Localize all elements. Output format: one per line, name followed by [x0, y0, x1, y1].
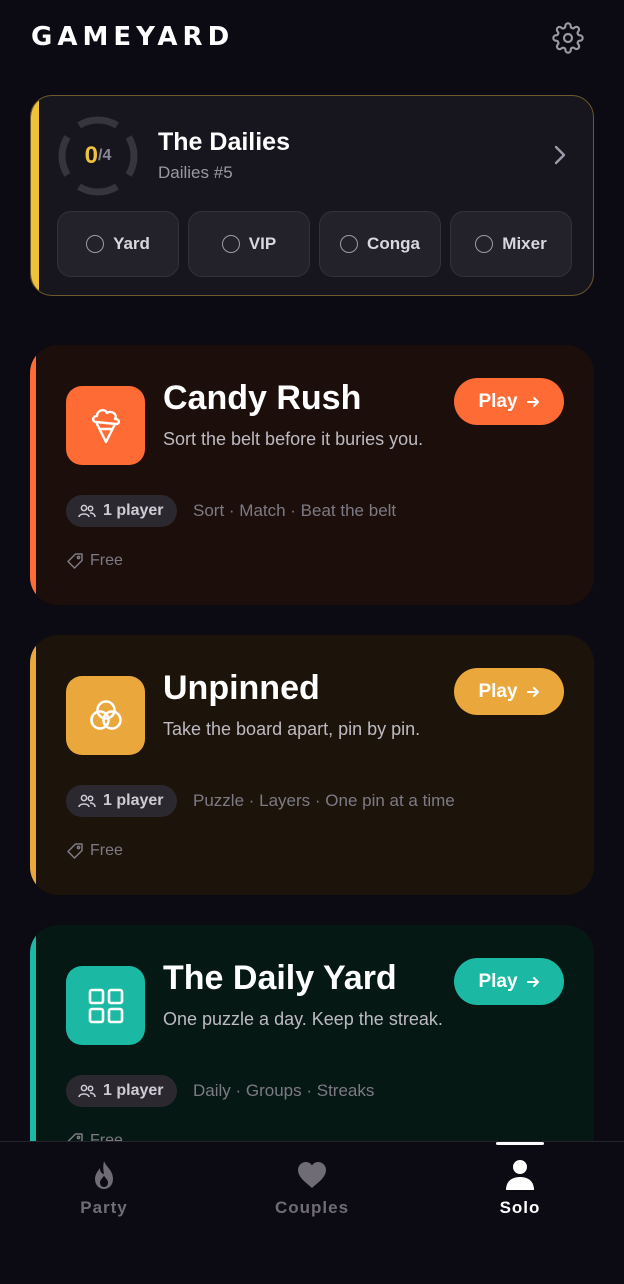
play-label: Play: [478, 970, 518, 992]
game-accent: [30, 345, 36, 605]
nav-tab-couples[interactable]: Couples: [208, 1142, 416, 1242]
daily-chip-mixer[interactable]: Mixer: [450, 211, 572, 277]
bottom-nav: Party Couples Solo: [0, 1141, 624, 1284]
dailies-chips: Yard VIP Conga Mixer: [57, 211, 572, 277]
gear-icon: [552, 22, 584, 54]
dailies-completed: 0: [84, 142, 98, 169]
radio-icon: [221, 235, 240, 253]
dailies-title: The Dailies: [158, 128, 290, 156]
daily-chip-conga[interactable]: Conga: [319, 211, 441, 277]
dailies-total: /4: [98, 147, 112, 164]
play-label: Play: [478, 390, 518, 412]
game-description: Sort the belt before it buries you.: [163, 429, 424, 449]
dailies-subtitle: Dailies #5: [158, 163, 233, 182]
player-count: 1 player: [103, 1082, 164, 1099]
play-button[interactable]: Play: [454, 378, 564, 425]
ice-cream-icon: [91, 408, 120, 443]
arrow-right-icon: [526, 976, 539, 987]
game-tags: Puzzle · Layers · One pin at a time: [193, 791, 455, 810]
game-description: One puzzle a day. Keep the streak.: [163, 1009, 443, 1029]
radio-icon: [475, 235, 494, 253]
game-icon-tile: [66, 676, 145, 755]
header: GAMEYARD: [0, 0, 624, 80]
chip-label: Mixer: [502, 234, 547, 253]
chip-label: Conga: [367, 234, 420, 253]
player-count-badge: 1 player: [66, 1075, 178, 1107]
game-tags: Sort · Match · Beat the belt: [193, 501, 397, 520]
arrow-right-icon: [526, 396, 539, 407]
users-icon: [78, 794, 96, 808]
chip-label: Yard: [113, 234, 150, 253]
game-title: Unpinned: [163, 669, 320, 707]
radio-icon: [86, 235, 105, 253]
chevron-right-icon[interactable]: [549, 142, 571, 168]
game-card-unpinned[interactable]: Unpinned Take the board apart, pin by pi…: [30, 635, 594, 895]
daily-chip-yard[interactable]: Yard: [57, 211, 179, 277]
users-icon: [78, 1084, 96, 1098]
play-button[interactable]: Play: [454, 668, 564, 715]
game-icon-tile: [66, 386, 145, 465]
player-count: 1 player: [103, 502, 164, 519]
nav-label: Party: [80, 1198, 128, 1217]
price-label: Free: [66, 842, 123, 860]
dailies-card[interactable]: 0/4 The Dailies Dailies #5 Yard VIP Cong…: [30, 95, 594, 296]
price-label: Free: [66, 552, 123, 570]
radio-icon: [340, 235, 359, 253]
flame-icon: [95, 1161, 113, 1189]
player-count: 1 player: [103, 792, 164, 809]
nav-label: Solo: [499, 1198, 541, 1217]
brand-logo: GAMEYARD: [31, 22, 235, 52]
tag-icon: [67, 843, 83, 859]
daily-chip-vip[interactable]: VIP: [188, 211, 310, 277]
nav-tab-party[interactable]: Party: [0, 1142, 208, 1242]
game-description: Take the board apart, pin by pin.: [163, 719, 421, 739]
nav-label: Couples: [274, 1198, 350, 1217]
play-label: Play: [478, 680, 518, 702]
heart-icon: [298, 1162, 326, 1188]
circles-icon: [89, 699, 122, 730]
users-icon: [78, 504, 96, 518]
price-text: Free: [90, 552, 123, 569]
game-card-candy-rush[interactable]: Candy Rush Sort the belt before it burie…: [30, 345, 594, 605]
game-icon-tile: [66, 966, 145, 1045]
game-accent: [30, 635, 36, 895]
tag-icon: [67, 553, 83, 569]
price-text: Free: [90, 842, 123, 859]
game-title: Candy Rush: [163, 379, 362, 417]
dailies-accent: [31, 96, 39, 295]
person-icon: [506, 1160, 534, 1190]
game-title: The Daily Yard: [163, 959, 397, 997]
nav-tab-solo[interactable]: Solo: [416, 1142, 624, 1242]
settings-button[interactable]: [550, 20, 586, 56]
play-button[interactable]: Play: [454, 958, 564, 1005]
grid-icon: [88, 988, 123, 1023]
dailies-progress-label: 0/4: [56, 114, 140, 198]
game-tags: Daily · Groups · Streaks: [193, 1081, 375, 1100]
player-count-badge: 1 player: [66, 785, 178, 817]
chip-label: VIP: [248, 234, 277, 253]
arrow-right-icon: [526, 686, 539, 697]
player-count-badge: 1 player: [66, 495, 178, 527]
